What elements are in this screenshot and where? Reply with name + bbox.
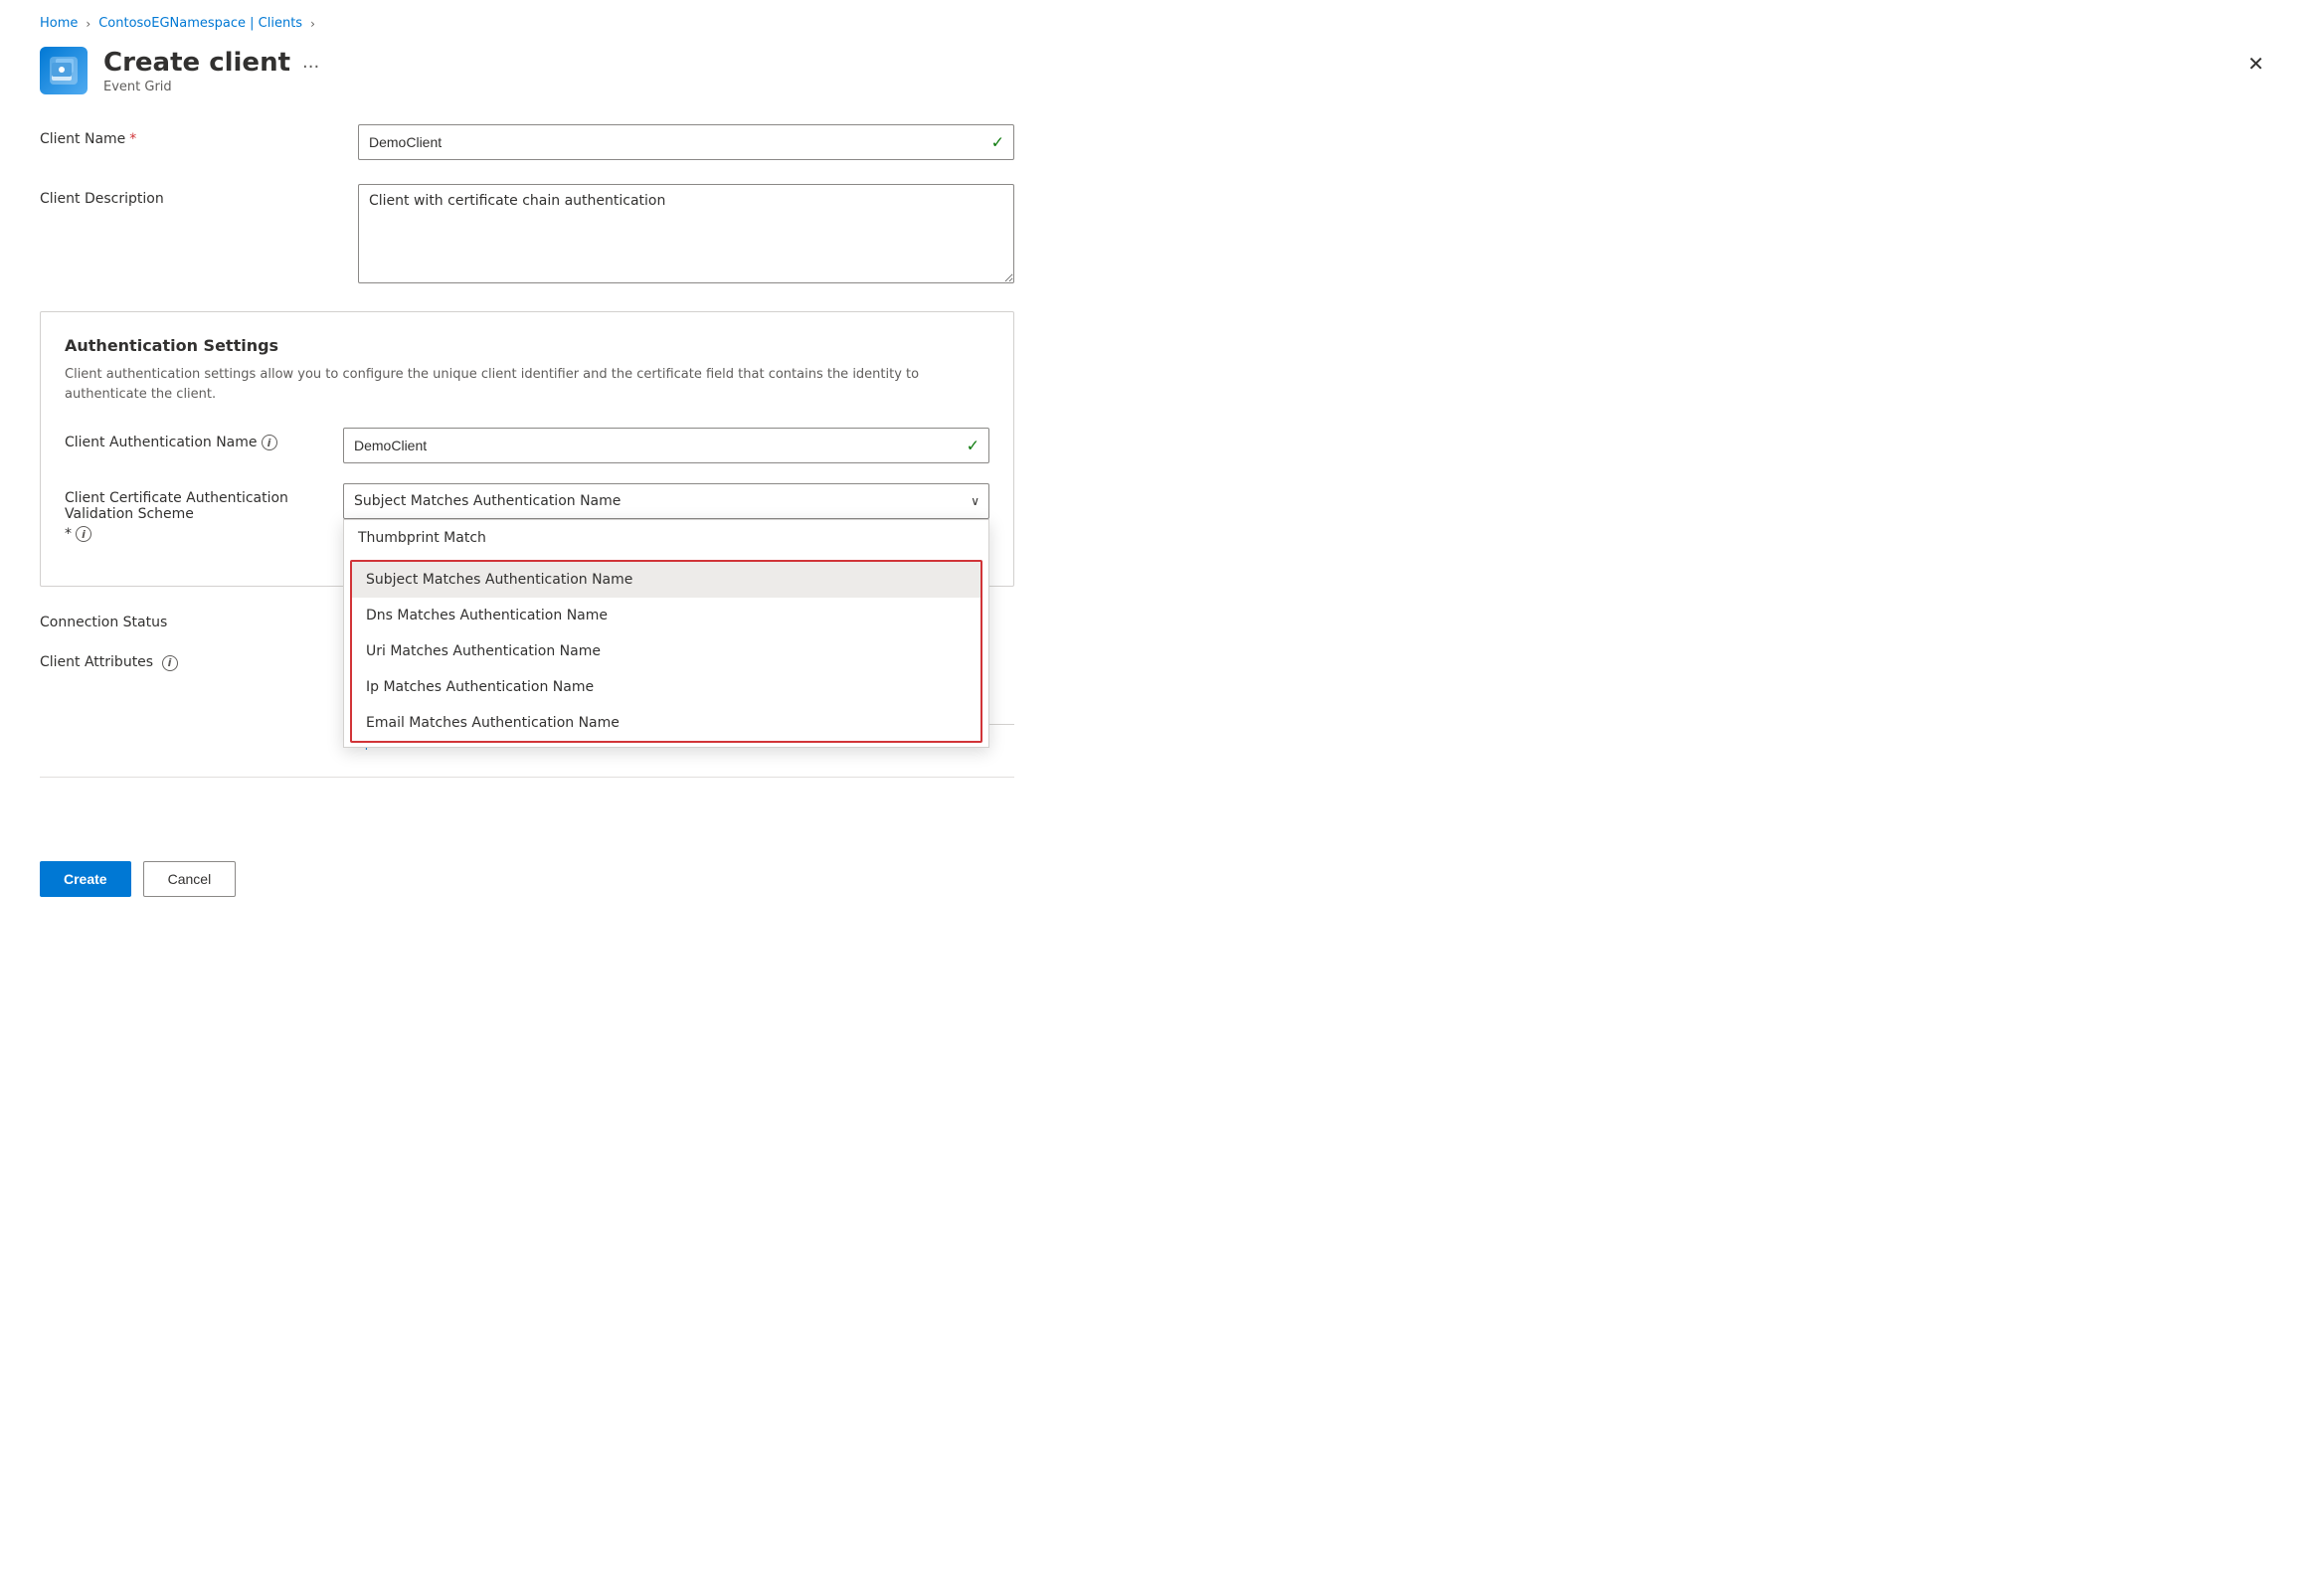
client-name-field: ✓ bbox=[358, 124, 1014, 160]
auth-name-info-icon[interactable]: i bbox=[262, 435, 277, 450]
auth-settings-box: Authentication Settings Client authentic… bbox=[40, 311, 1014, 587]
breadcrumb-namespace[interactable]: ContosoEGNamespace | Clients bbox=[98, 16, 302, 31]
auth-name-input-wrapper: ✓ bbox=[343, 428, 989, 463]
dropdown-option-uri[interactable]: Uri Matches Authentication Name bbox=[352, 633, 980, 669]
page-header: Create client ... Event Grid ✕ bbox=[0, 39, 2312, 114]
connection-status-label: Connection Status bbox=[40, 611, 358, 630]
auth-name-label: Client Authentication Name i bbox=[65, 428, 343, 450]
client-description-row: Client Description Client with certifica… bbox=[40, 184, 1014, 287]
breadcrumb: Home › ContosoEGNamespace | Clients › bbox=[0, 0, 2312, 39]
client-attributes-label: Client Attributes i bbox=[40, 650, 358, 671]
dropdown-option-dns[interactable]: Dns Matches Authentication Name bbox=[352, 598, 980, 633]
header-ellipsis-menu[interactable]: ... bbox=[302, 52, 319, 73]
client-description-textarea[interactable]: Client with certificate chain authentica… bbox=[358, 184, 1014, 283]
validation-scheme-selected[interactable]: Subject Matches Authentication Name ∨ bbox=[343, 483, 989, 519]
validation-scheme-field: Subject Matches Authentication Name ∨ Th… bbox=[343, 483, 989, 519]
auth-name-input[interactable] bbox=[343, 428, 989, 463]
validation-scheme-row: Client Certificate Authentication Valida… bbox=[65, 483, 989, 542]
header-subtitle: Event Grid bbox=[103, 80, 319, 94]
breadcrumb-home[interactable]: Home bbox=[40, 16, 78, 31]
client-name-label: Client Name * bbox=[40, 124, 358, 147]
auth-name-row: Client Authentication Name i ✓ bbox=[65, 428, 989, 463]
close-button[interactable]: ✕ bbox=[2239, 47, 2272, 83]
client-name-input[interactable] bbox=[358, 124, 1014, 160]
action-buttons: Create Cancel bbox=[0, 841, 2312, 917]
dropdown-chevron-icon: ∨ bbox=[971, 494, 979, 508]
dropdown-option-email[interactable]: Email Matches Authentication Name bbox=[352, 705, 980, 741]
form-container: Client Name * ✓ Client Description Clien… bbox=[0, 114, 1054, 841]
auth-settings-title: Authentication Settings bbox=[65, 336, 989, 355]
header-left: Create client ... Event Grid bbox=[40, 47, 319, 94]
page-title: Create client bbox=[103, 48, 290, 78]
breadcrumb-sep-1: › bbox=[86, 17, 90, 31]
auth-settings-desc: Client authentication settings allow you… bbox=[65, 365, 920, 404]
validation-scheme-selected-text: Subject Matches Authentication Name bbox=[354, 493, 621, 509]
form-divider bbox=[40, 777, 1014, 778]
client-description-field: Client with certificate chain authentica… bbox=[358, 184, 1014, 287]
create-button[interactable]: Create bbox=[40, 861, 131, 897]
client-name-row: Client Name * ✓ bbox=[40, 124, 1014, 160]
header-title-block: Create client ... Event Grid bbox=[103, 48, 319, 94]
client-name-checkmark: ✓ bbox=[991, 133, 1004, 152]
dropdown-option-subject[interactable]: Subject Matches Authentication Name bbox=[352, 562, 980, 598]
validation-scheme-required: * bbox=[65, 526, 72, 542]
cancel-button[interactable]: Cancel bbox=[143, 861, 237, 897]
client-description-label: Client Description bbox=[40, 184, 358, 207]
validation-scheme-label: Client Certificate Authentication Valida… bbox=[65, 483, 343, 542]
dropdown-option-thumbprint[interactable]: Thumbprint Match bbox=[344, 520, 988, 556]
client-name-input-wrapper: ✓ bbox=[358, 124, 1014, 160]
auth-name-checkmark: ✓ bbox=[967, 437, 979, 455]
client-attrs-info-icon[interactable]: i bbox=[162, 655, 178, 671]
validation-scheme-dropdown[interactable]: Subject Matches Authentication Name ∨ Th… bbox=[343, 483, 989, 519]
auth-name-field: ✓ bbox=[343, 428, 989, 463]
breadcrumb-sep-2: › bbox=[310, 17, 315, 31]
dropdown-option-ip[interactable]: Ip Matches Authentication Name bbox=[352, 669, 980, 705]
validation-scheme-dropdown-menu: Thumbprint Match Subject Matches Authent… bbox=[343, 519, 989, 748]
dropdown-outlined-group: Subject Matches Authentication Name Dns … bbox=[350, 560, 982, 743]
app-icon bbox=[40, 47, 88, 94]
client-name-required: * bbox=[129, 131, 136, 147]
validation-scheme-info-icon[interactable]: i bbox=[76, 526, 91, 542]
